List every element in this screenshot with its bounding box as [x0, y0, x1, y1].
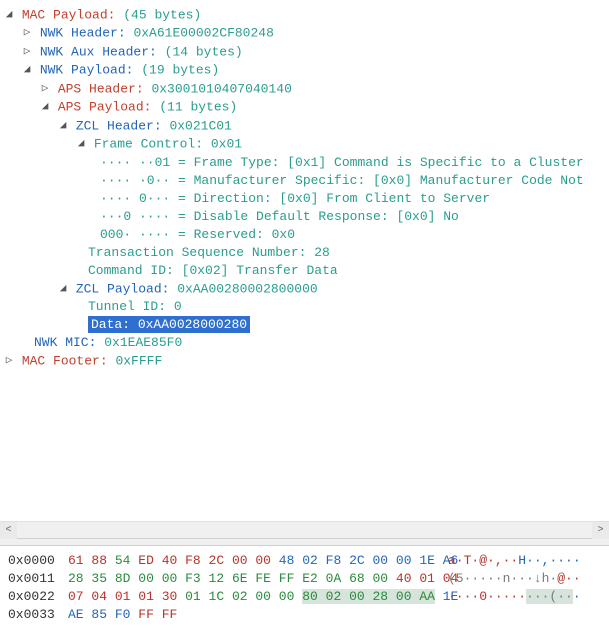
hex-bytes: 28 35 8D 00 00 F3 12 6E FE FF E2 0A 68 0…: [68, 570, 448, 588]
chevron-right-icon[interactable]: ▷: [4, 352, 14, 370]
field-value: 0xAA00280002800000: [177, 281, 317, 296]
hex-dump-pane[interactable]: 0x000061 88 54 ED 40 F8 2C 00 00 48 02 F…: [0, 546, 609, 634]
node-mac-footer[interactable]: ▷ MAC Footer: 0xFFFF: [4, 352, 605, 370]
field-value: 0x3001010407040140: [151, 81, 291, 96]
node-nwk-payload[interactable]: ◢ NWK Payload: (19 bytes): [4, 61, 605, 79]
field-label: Transaction Sequence Number:: [88, 245, 306, 260]
chevron-right-icon[interactable]: ▷: [22, 43, 32, 61]
hex-bytes: AE 85 F0 FF FF: [68, 606, 448, 624]
chevron-right-icon[interactable]: ▷: [40, 80, 50, 98]
hex-ascii: (5·····n···↓h·@··: [448, 570, 581, 588]
protocol-tree[interactable]: ◢ MAC Payload: (45 bytes) ▷ NWK Header: …: [0, 0, 609, 521]
hex-row[interactable]: 0x000061 88 54 ED 40 F8 2C 00 00 48 02 F…: [8, 552, 601, 570]
field-label: NWK MIC:: [34, 335, 96, 350]
node-nwk-mic[interactable]: NWK MIC: 0x1EAE85F0: [4, 334, 605, 352]
bitfield-row: ···· 0··· = Direction: [0x0] From Client…: [4, 190, 605, 208]
horizontal-scrollbar[interactable]: < >: [0, 521, 609, 538]
field-label: NWK Payload:: [40, 63, 134, 78]
bitfield-text: 000· ···· = Reserved: 0x0: [100, 227, 295, 242]
node-nwk-aux-header[interactable]: ▷ NWK Aux Header: (14 bytes): [4, 43, 605, 61]
field-label: ZCL Header:: [76, 118, 162, 133]
hex-row[interactable]: 0x0033AE 85 F0 FF FF: [8, 606, 601, 624]
field-label: Tunnel ID:: [88, 299, 166, 314]
field-label: NWK Header:: [40, 26, 126, 41]
chevron-down-icon[interactable]: ◢: [58, 117, 68, 135]
hex-row[interactable]: 0x001128 35 8D 00 00 F3 12 6E FE FF E2 0…: [8, 570, 601, 588]
hex-bytes: 07 04 01 01 30 01 1C 02 00 00 80 02 00 2…: [68, 588, 448, 606]
field-value: 0x021C01: [169, 118, 231, 133]
field-value: (14 bytes): [165, 44, 243, 59]
field-label: Data:: [91, 317, 130, 332]
field-label: NWK Aux Header:: [40, 44, 157, 59]
bitfield-row: 000· ···· = Reserved: 0x0: [4, 226, 605, 244]
node-nwk-header[interactable]: ▷ NWK Header: 0xA61E00002CF80248: [4, 24, 605, 42]
field-value: 0xAA0028000280: [138, 317, 247, 332]
chevron-right-icon[interactable]: ▷: [22, 24, 32, 42]
bitfield-row: ···0 ···· = Disable Default Response: [0…: [4, 208, 605, 226]
node-frame-control[interactable]: ◢ Frame Control: 0x01: [4, 135, 605, 153]
bitfield-text: ···· ·0·· = Manufacturer Specific: [0x0]…: [100, 173, 584, 188]
hex-offset: 0x0011: [8, 570, 68, 588]
bitfield-text: ···· 0··· = Direction: [0x0] From Client…: [100, 191, 490, 206]
hex-offset: 0x0000: [8, 552, 68, 570]
chevron-down-icon[interactable]: ◢: [22, 61, 32, 79]
node-transaction-seq[interactable]: Transaction Sequence Number: 28: [4, 244, 605, 262]
node-zcl-header[interactable]: ◢ ZCL Header: 0x021C01: [4, 117, 605, 135]
field-label: MAC Payload:: [22, 7, 116, 22]
field-label: APS Header:: [58, 81, 144, 96]
node-aps-header[interactable]: ▷ APS Header: 0x3001010407040140: [4, 80, 605, 98]
hex-offset: 0x0022: [8, 588, 68, 606]
hex-ascii: ····0········(···: [448, 588, 581, 606]
field-value: 28: [314, 245, 330, 260]
node-aps-payload[interactable]: ◢ APS Payload: (11 bytes): [4, 98, 605, 116]
field-label: Command ID:: [88, 263, 174, 278]
field-label: MAC Footer:: [22, 353, 108, 368]
field-value: 0x1EAE85F0: [104, 335, 182, 350]
chevron-down-icon[interactable]: ◢: [58, 280, 68, 298]
pane-splitter[interactable]: [0, 538, 609, 546]
field-value: (45 bytes): [123, 7, 201, 22]
node-mac-payload[interactable]: ◢ MAC Payload: (45 bytes): [4, 6, 605, 24]
chevron-down-icon[interactable]: ◢: [76, 135, 86, 153]
bitfield-text: ···0 ···· = Disable Default Response: [0…: [100, 209, 459, 224]
bitfield-row: ···· ·0·· = Manufacturer Specific: [0x0]…: [4, 172, 605, 190]
field-value: 0: [174, 299, 182, 314]
field-value: 0xFFFF: [115, 353, 162, 368]
node-zcl-payload[interactable]: ◢ ZCL Payload: 0xAA00280002800000: [4, 280, 605, 298]
hex-row[interactable]: 0x002207 04 01 01 30 01 1C 02 00 00 80 0…: [8, 588, 601, 606]
bitfield-row: ···· ··01 = Frame Type: [0x1] Command is…: [4, 154, 605, 172]
chevron-down-icon[interactable]: ◢: [40, 98, 50, 116]
field-value: (11 bytes): [159, 100, 237, 115]
node-data-selected[interactable]: Data: 0xAA0028000280: [4, 316, 605, 334]
chevron-down-icon[interactable]: ◢: [4, 6, 14, 24]
field-value: 0x01: [211, 137, 242, 152]
hex-bytes: 61 88 54 ED 40 F8 2C 00 00 48 02 F8 2C 0…: [68, 552, 448, 570]
hex-offset: 0x0033: [8, 606, 68, 624]
field-label: ZCL Payload:: [76, 281, 170, 296]
field-label: Frame Control:: [94, 137, 203, 152]
scroll-right-icon[interactable]: >: [592, 522, 609, 539]
node-tunnel-id[interactable]: Tunnel ID: 0: [4, 298, 605, 316]
hex-ascii: a·T·@·,··H··,····: [448, 552, 581, 570]
field-value: 0xA61E00002CF80248: [133, 26, 273, 41]
field-value: (19 bytes): [141, 63, 219, 78]
scroll-left-icon[interactable]: <: [0, 522, 17, 539]
node-command-id[interactable]: Command ID: [0x02] Transfer Data: [4, 262, 605, 280]
field-value: [0x02] Transfer Data: [182, 263, 338, 278]
field-label: APS Payload:: [58, 100, 152, 115]
bitfield-text: ···· ··01 = Frame Type: [0x1] Command is…: [100, 155, 584, 170]
